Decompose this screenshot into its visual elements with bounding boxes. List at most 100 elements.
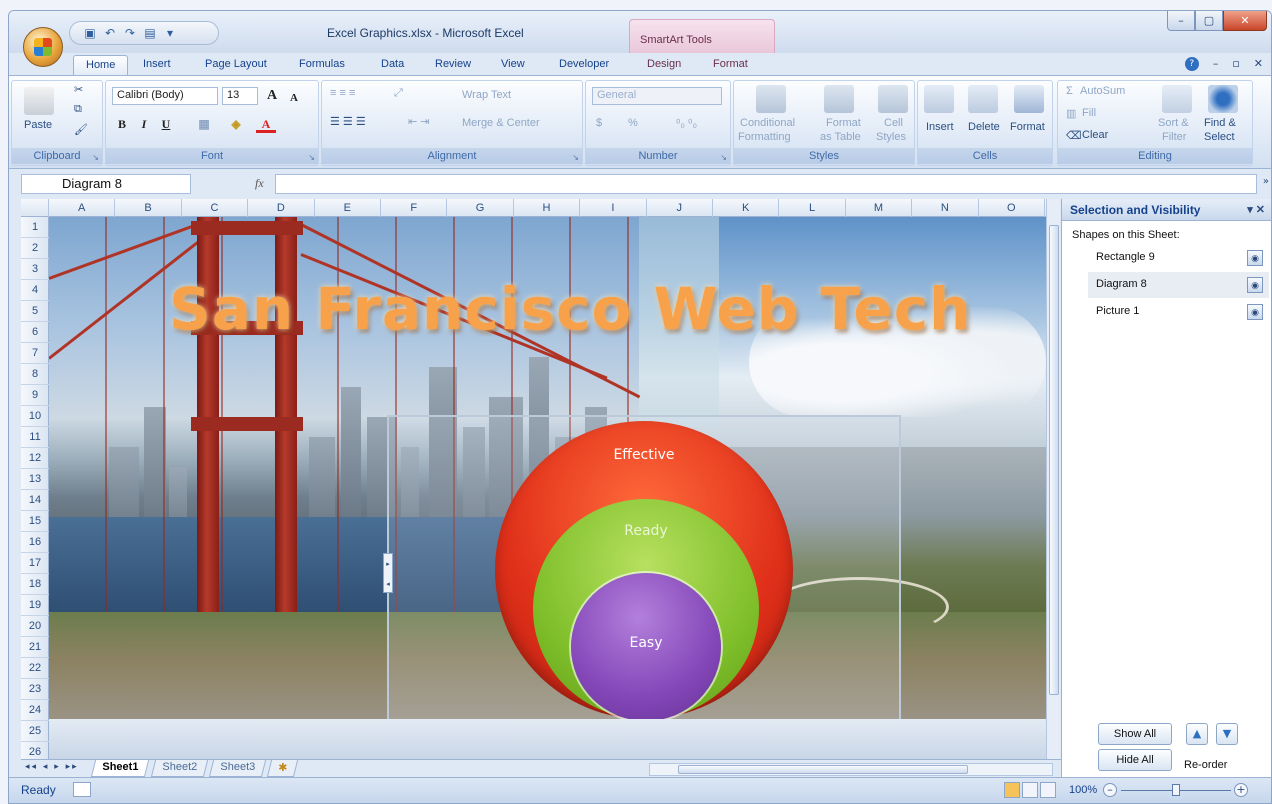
hide-all-button[interactable]: Hide All: [1098, 749, 1172, 771]
show-all-button[interactable]: Show All: [1098, 723, 1172, 745]
row-header[interactable]: 7: [21, 343, 49, 364]
normal-view-icon[interactable]: [1004, 782, 1020, 798]
formula-input[interactable]: [275, 174, 1257, 194]
column-header[interactable]: B: [115, 199, 182, 217]
row-header[interactable]: 8: [21, 364, 49, 385]
tab-format[interactable]: Format: [701, 55, 760, 75]
zoom-in-icon[interactable]: +: [1234, 783, 1248, 797]
sort-filter-button[interactable]: Sort &: [1158, 117, 1189, 129]
clear-icon[interactable]: ⌫: [1066, 129, 1082, 142]
sheet-nav-arrows-icon[interactable]: ◂◂ ◂ ▸ ▸▸: [25, 762, 79, 772]
cell-styles-icon[interactable]: [878, 85, 908, 113]
copy-icon[interactable]: ⧉: [74, 103, 82, 116]
conditional-formatting-button[interactable]: Conditional: [740, 117, 795, 129]
column-header[interactable]: K: [713, 199, 780, 217]
row-header[interactable]: 10: [21, 406, 49, 427]
format-cells-button[interactable]: Format: [1010, 121, 1045, 133]
column-header[interactable]: N: [912, 199, 979, 217]
merge-center-button[interactable]: Merge & Center: [462, 117, 540, 129]
visibility-eye-icon[interactable]: ◉: [1247, 250, 1263, 266]
delete-cells-button[interactable]: Delete: [968, 121, 1000, 133]
row-header[interactable]: 2: [21, 238, 49, 259]
insert-sheet-icon[interactable]: ✱: [266, 760, 299, 777]
column-header[interactable]: D: [248, 199, 315, 217]
alignment-dialog-launcher-icon[interactable]: ↘: [572, 153, 579, 162]
align-left-icon[interactable]: ☰ ☰ ☰: [330, 115, 366, 128]
select-all-corner[interactable]: [21, 199, 49, 217]
column-header[interactable]: J: [647, 199, 713, 217]
font-color-icon[interactable]: A: [256, 115, 276, 133]
cut-icon[interactable]: ✂: [74, 83, 83, 96]
vertical-scroll-thumb[interactable]: [1049, 225, 1059, 695]
row-header[interactable]: 12: [21, 448, 49, 469]
zoom-level[interactable]: 100%: [1069, 784, 1097, 796]
row-header[interactable]: 5: [21, 301, 49, 322]
row-header[interactable]: 25: [21, 721, 49, 742]
shape-item-picture-1[interactable]: Picture 1 ◉: [1088, 299, 1269, 325]
zoom-out-icon[interactable]: –: [1103, 783, 1117, 797]
cell-styles-button[interactable]: Cell: [884, 117, 903, 129]
undo-icon[interactable]: ↶: [102, 25, 118, 41]
row-header[interactable]: 20: [21, 616, 49, 637]
clear-button[interactable]: Clear: [1082, 129, 1108, 141]
move-up-icon[interactable]: ▲: [1186, 723, 1208, 745]
indent-icon[interactable]: ⇤ ⇥: [408, 115, 430, 128]
form-icon[interactable]: ▤: [142, 25, 158, 41]
format-as-table-button[interactable]: Format: [826, 117, 861, 129]
grow-font-button[interactable]: A: [262, 87, 282, 105]
horizontal-scrollbar[interactable]: [649, 763, 1053, 776]
paste-icon[interactable]: [24, 87, 54, 115]
row-header[interactable]: 21: [21, 637, 49, 658]
conditional-formatting-icon[interactable]: [756, 85, 786, 113]
column-header[interactable]: E: [315, 199, 381, 217]
row-header[interactable]: 9: [21, 385, 49, 406]
italic-button[interactable]: I: [134, 115, 154, 133]
tab-view[interactable]: View: [489, 55, 537, 75]
ribbon-restore-icon[interactable]: ▫: [1232, 57, 1239, 71]
ribbon-close-icon[interactable]: ✕: [1254, 57, 1263, 71]
underline-button[interactable]: U: [156, 115, 176, 133]
fill-icon[interactable]: ▥: [1066, 107, 1076, 120]
visibility-eye-icon[interactable]: ◉: [1247, 277, 1263, 293]
redo-icon[interactable]: ↷: [122, 25, 138, 41]
format-cells-icon[interactable]: [1014, 85, 1044, 113]
insert-function-icon[interactable]: fx: [255, 176, 264, 191]
row-header[interactable]: 4: [21, 280, 49, 301]
insert-cells-icon[interactable]: [924, 85, 954, 113]
binoculars-icon[interactable]: [1208, 85, 1238, 113]
autosum-button[interactable]: AutoSum: [1080, 85, 1125, 97]
wordart-title[interactable]: San Francisco Web Tech: [169, 275, 971, 343]
row-header[interactable]: 6: [21, 322, 49, 343]
tab-page-layout[interactable]: Page Layout: [193, 55, 279, 75]
column-header[interactable]: C: [182, 199, 249, 217]
insert-cells-button[interactable]: Insert: [926, 121, 954, 133]
close-button[interactable]: ✕: [1223, 11, 1267, 31]
page-layout-view-icon[interactable]: [1022, 782, 1038, 798]
office-button[interactable]: [23, 27, 63, 67]
column-header[interactable]: L: [779, 199, 846, 217]
row-header[interactable]: 17: [21, 553, 49, 574]
font-name-combo[interactable]: Calibri (Body): [112, 87, 218, 105]
customize-qat-icon[interactable]: ▾: [162, 25, 178, 41]
fill-button[interactable]: Fill: [1082, 107, 1096, 119]
ribbon-minimize-icon[interactable]: –: [1213, 57, 1219, 71]
column-header[interactable]: G: [447, 199, 514, 217]
percent-button[interactable]: %: [628, 117, 638, 129]
tab-formulas[interactable]: Formulas: [287, 55, 357, 75]
row-header[interactable]: 26: [21, 742, 49, 759]
paste-button[interactable]: Paste: [24, 119, 52, 131]
fill-color-icon[interactable]: ◈: [226, 115, 246, 133]
row-header[interactable]: 23: [21, 679, 49, 700]
borders-icon[interactable]: ▦: [194, 115, 214, 133]
save-icon[interactable]: ▣: [82, 25, 98, 41]
delete-cells-icon[interactable]: [968, 85, 998, 113]
decimal-icon[interactable]: ⁰₀ ⁰₀: [676, 117, 697, 130]
pane-close-icon[interactable]: ▾ ✕: [1247, 203, 1265, 216]
zoom-slider-thumb[interactable]: [1172, 784, 1180, 796]
visibility-eye-icon[interactable]: ◉: [1247, 304, 1263, 320]
row-header[interactable]: 1: [21, 217, 49, 238]
column-header[interactable]: I: [580, 199, 647, 217]
row-header[interactable]: 15: [21, 511, 49, 532]
diagram-8[interactable]: ▸ ◂ Effective Ready Easy: [383, 415, 901, 727]
font-dialog-launcher-icon[interactable]: ↘: [308, 153, 315, 162]
